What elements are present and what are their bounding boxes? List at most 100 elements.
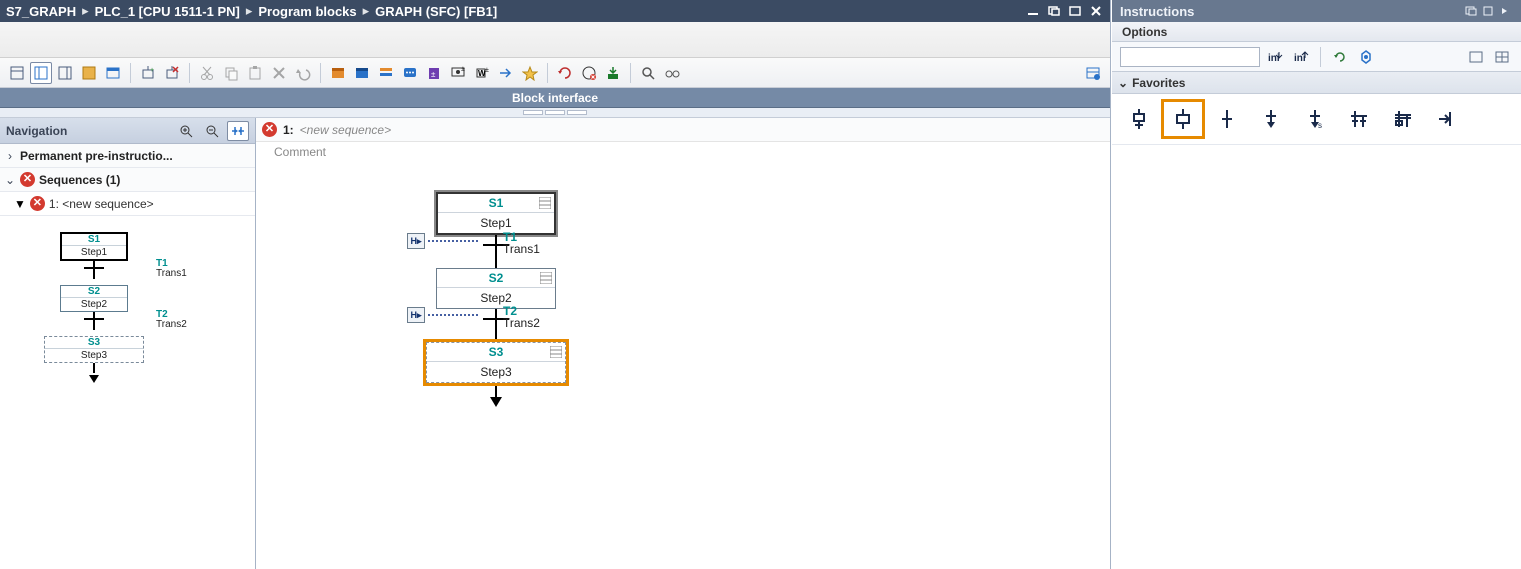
version-button[interactable] bbox=[1355, 46, 1377, 68]
tb-delete-step[interactable] bbox=[161, 62, 183, 84]
nav-header: Navigation bbox=[0, 118, 255, 144]
actions-table-icon[interactable] bbox=[550, 346, 562, 358]
panel-pin-button[interactable] bbox=[1479, 4, 1496, 18]
filter-button-1[interactable]: ini bbox=[1264, 46, 1286, 68]
mini-step-1[interactable]: S1 Step1 bbox=[60, 232, 128, 261]
step-box-1[interactable]: S1 Step1 bbox=[436, 192, 556, 235]
simultaneous-branch-icon[interactable] bbox=[1384, 102, 1422, 136]
tb-insert-step[interactable]: + bbox=[137, 62, 159, 84]
restore-button[interactable] bbox=[1045, 4, 1062, 18]
editor-toolbar: + ± ± W± bbox=[0, 58, 1110, 88]
tb-view-4[interactable] bbox=[78, 62, 100, 84]
actions-table-icon[interactable] bbox=[539, 197, 551, 209]
options-header[interactable]: Options bbox=[1112, 22, 1521, 42]
favorites-header[interactable]: ⌄ Favorites bbox=[1112, 72, 1521, 94]
alternative-branch-icon[interactable] bbox=[1340, 102, 1378, 136]
tb-view-2[interactable] bbox=[30, 62, 52, 84]
step-and-transition-icon[interactable] bbox=[1120, 102, 1158, 136]
tb-db[interactable]: ± bbox=[423, 62, 445, 84]
crumb-0[interactable]: S7_GRAPH bbox=[6, 4, 76, 19]
tb-fav-add[interactable] bbox=[519, 62, 541, 84]
tb-comment[interactable] bbox=[399, 62, 421, 84]
tb-sync[interactable] bbox=[554, 62, 576, 84]
chevron-right-icon: › bbox=[4, 149, 16, 163]
step-icon[interactable] bbox=[1164, 102, 1202, 136]
step-box-2[interactable]: S2 Step2 bbox=[436, 268, 556, 309]
tb-download[interactable] bbox=[602, 62, 624, 84]
chevron-down-icon: ⌄ bbox=[4, 173, 16, 187]
panel-collapse-button[interactable] bbox=[1496, 4, 1513, 18]
crumb-2[interactable]: Program blocks bbox=[258, 4, 356, 19]
actions-table-icon[interactable] bbox=[540, 272, 552, 284]
minimize-button[interactable] bbox=[1024, 4, 1041, 18]
options-toolbar: ini ini bbox=[1112, 42, 1521, 72]
nav-row-sequences[interactable]: ⌄ ✕ Sequences (1) bbox=[0, 168, 255, 192]
error-icon: ✕ bbox=[30, 196, 45, 211]
sequence-name[interactable]: <new sequence> bbox=[300, 123, 391, 137]
graph-canvas[interactable]: S1 Step1 T1Trans1 H▸ bbox=[256, 162, 1110, 569]
tb-copy[interactable] bbox=[220, 62, 242, 84]
error-icon: ✕ bbox=[262, 122, 277, 137]
svg-text:ini: ini bbox=[1294, 53, 1306, 64]
tb-cut[interactable] bbox=[196, 62, 218, 84]
svg-text:+: + bbox=[150, 67, 154, 74]
tb-network-2[interactable] bbox=[351, 62, 373, 84]
layout-2-button[interactable] bbox=[1491, 46, 1513, 68]
tb-network-1[interactable] bbox=[327, 62, 349, 84]
layout-1-button[interactable] bbox=[1465, 46, 1487, 68]
sequence-end-icon[interactable] bbox=[1252, 102, 1290, 136]
svg-text:±: ± bbox=[431, 70, 436, 79]
tb-network-3[interactable] bbox=[375, 62, 397, 84]
tb-monitor[interactable]: ± bbox=[447, 62, 469, 84]
tb-sync-err[interactable] bbox=[578, 62, 600, 84]
nav-title: Navigation bbox=[6, 124, 67, 138]
tb-delete[interactable] bbox=[268, 62, 290, 84]
svg-text:s: s bbox=[1318, 121, 1322, 130]
transition-icon[interactable] bbox=[1208, 102, 1246, 136]
sequence-comment[interactable]: Comment bbox=[256, 142, 1110, 162]
filter-button-2[interactable]: ini bbox=[1290, 46, 1312, 68]
tb-view-5[interactable] bbox=[102, 62, 124, 84]
close-button[interactable] bbox=[1087, 4, 1104, 18]
mini-step-2[interactable]: S2 Step2 bbox=[60, 285, 128, 312]
close-branch-icon[interactable] bbox=[1428, 102, 1466, 136]
zoom-out-button[interactable] bbox=[201, 121, 223, 141]
tb-props[interactable] bbox=[1082, 62, 1104, 84]
tb-watch[interactable]: W± bbox=[471, 62, 493, 84]
tb-glasses[interactable] bbox=[661, 62, 683, 84]
tb-goto[interactable] bbox=[495, 62, 517, 84]
svg-text:±: ± bbox=[461, 66, 465, 73]
crumb-1[interactable]: PLC_1 [CPU 1511-1 PN] bbox=[95, 4, 240, 19]
strip-spacer bbox=[0, 22, 1110, 58]
mini-step-3[interactable]: S3 Step3 bbox=[44, 336, 144, 363]
svg-text:ini: ini bbox=[1268, 53, 1280, 64]
interlock-hook-1[interactable]: H▸ bbox=[407, 233, 478, 249]
tb-view-3[interactable] bbox=[54, 62, 76, 84]
maximize-button[interactable] bbox=[1066, 4, 1083, 18]
interlock-hook-2[interactable]: H▸ bbox=[407, 307, 478, 323]
step-box-3[interactable]: S3 Step3 bbox=[426, 342, 566, 383]
nav-mini-graph: S1 Step1 T1Trans1 S2 Step2 bbox=[0, 216, 255, 569]
tb-paste[interactable] bbox=[244, 62, 266, 84]
sequence-header[interactable]: ✕ 1: <new sequence> bbox=[256, 118, 1110, 142]
svg-text:±: ± bbox=[485, 67, 489, 74]
nav-row-sequence-1[interactable]: ▼ ✕ 1: <new sequence> bbox=[0, 192, 255, 216]
error-icon: ✕ bbox=[20, 172, 35, 187]
block-interface-header[interactable]: Block interface bbox=[0, 88, 1110, 108]
triangle-down-icon: ▼ bbox=[14, 197, 26, 211]
instructions-titlebar: Instructions bbox=[1112, 0, 1521, 22]
panel-restore-button[interactable] bbox=[1462, 4, 1479, 18]
refresh-libs-button[interactable] bbox=[1329, 46, 1351, 68]
tb-search[interactable] bbox=[637, 62, 659, 84]
tb-undo[interactable] bbox=[292, 62, 314, 84]
zoom-in-button[interactable] bbox=[175, 121, 197, 141]
sequence-number: 1: bbox=[283, 123, 294, 137]
instruction-search-input[interactable] bbox=[1120, 47, 1260, 67]
instructions-body bbox=[1112, 145, 1521, 569]
block-interface-grip[interactable] bbox=[0, 108, 1110, 118]
tb-view-1[interactable] bbox=[6, 62, 28, 84]
nav-row-pre-instructions[interactable]: › Permanent pre-instructio... bbox=[0, 144, 255, 168]
crumb-3[interactable]: GRAPH (SFC) [FB1] bbox=[375, 4, 497, 19]
sync-view-button[interactable] bbox=[227, 121, 249, 141]
jump-icon[interactable]: s bbox=[1296, 102, 1334, 136]
